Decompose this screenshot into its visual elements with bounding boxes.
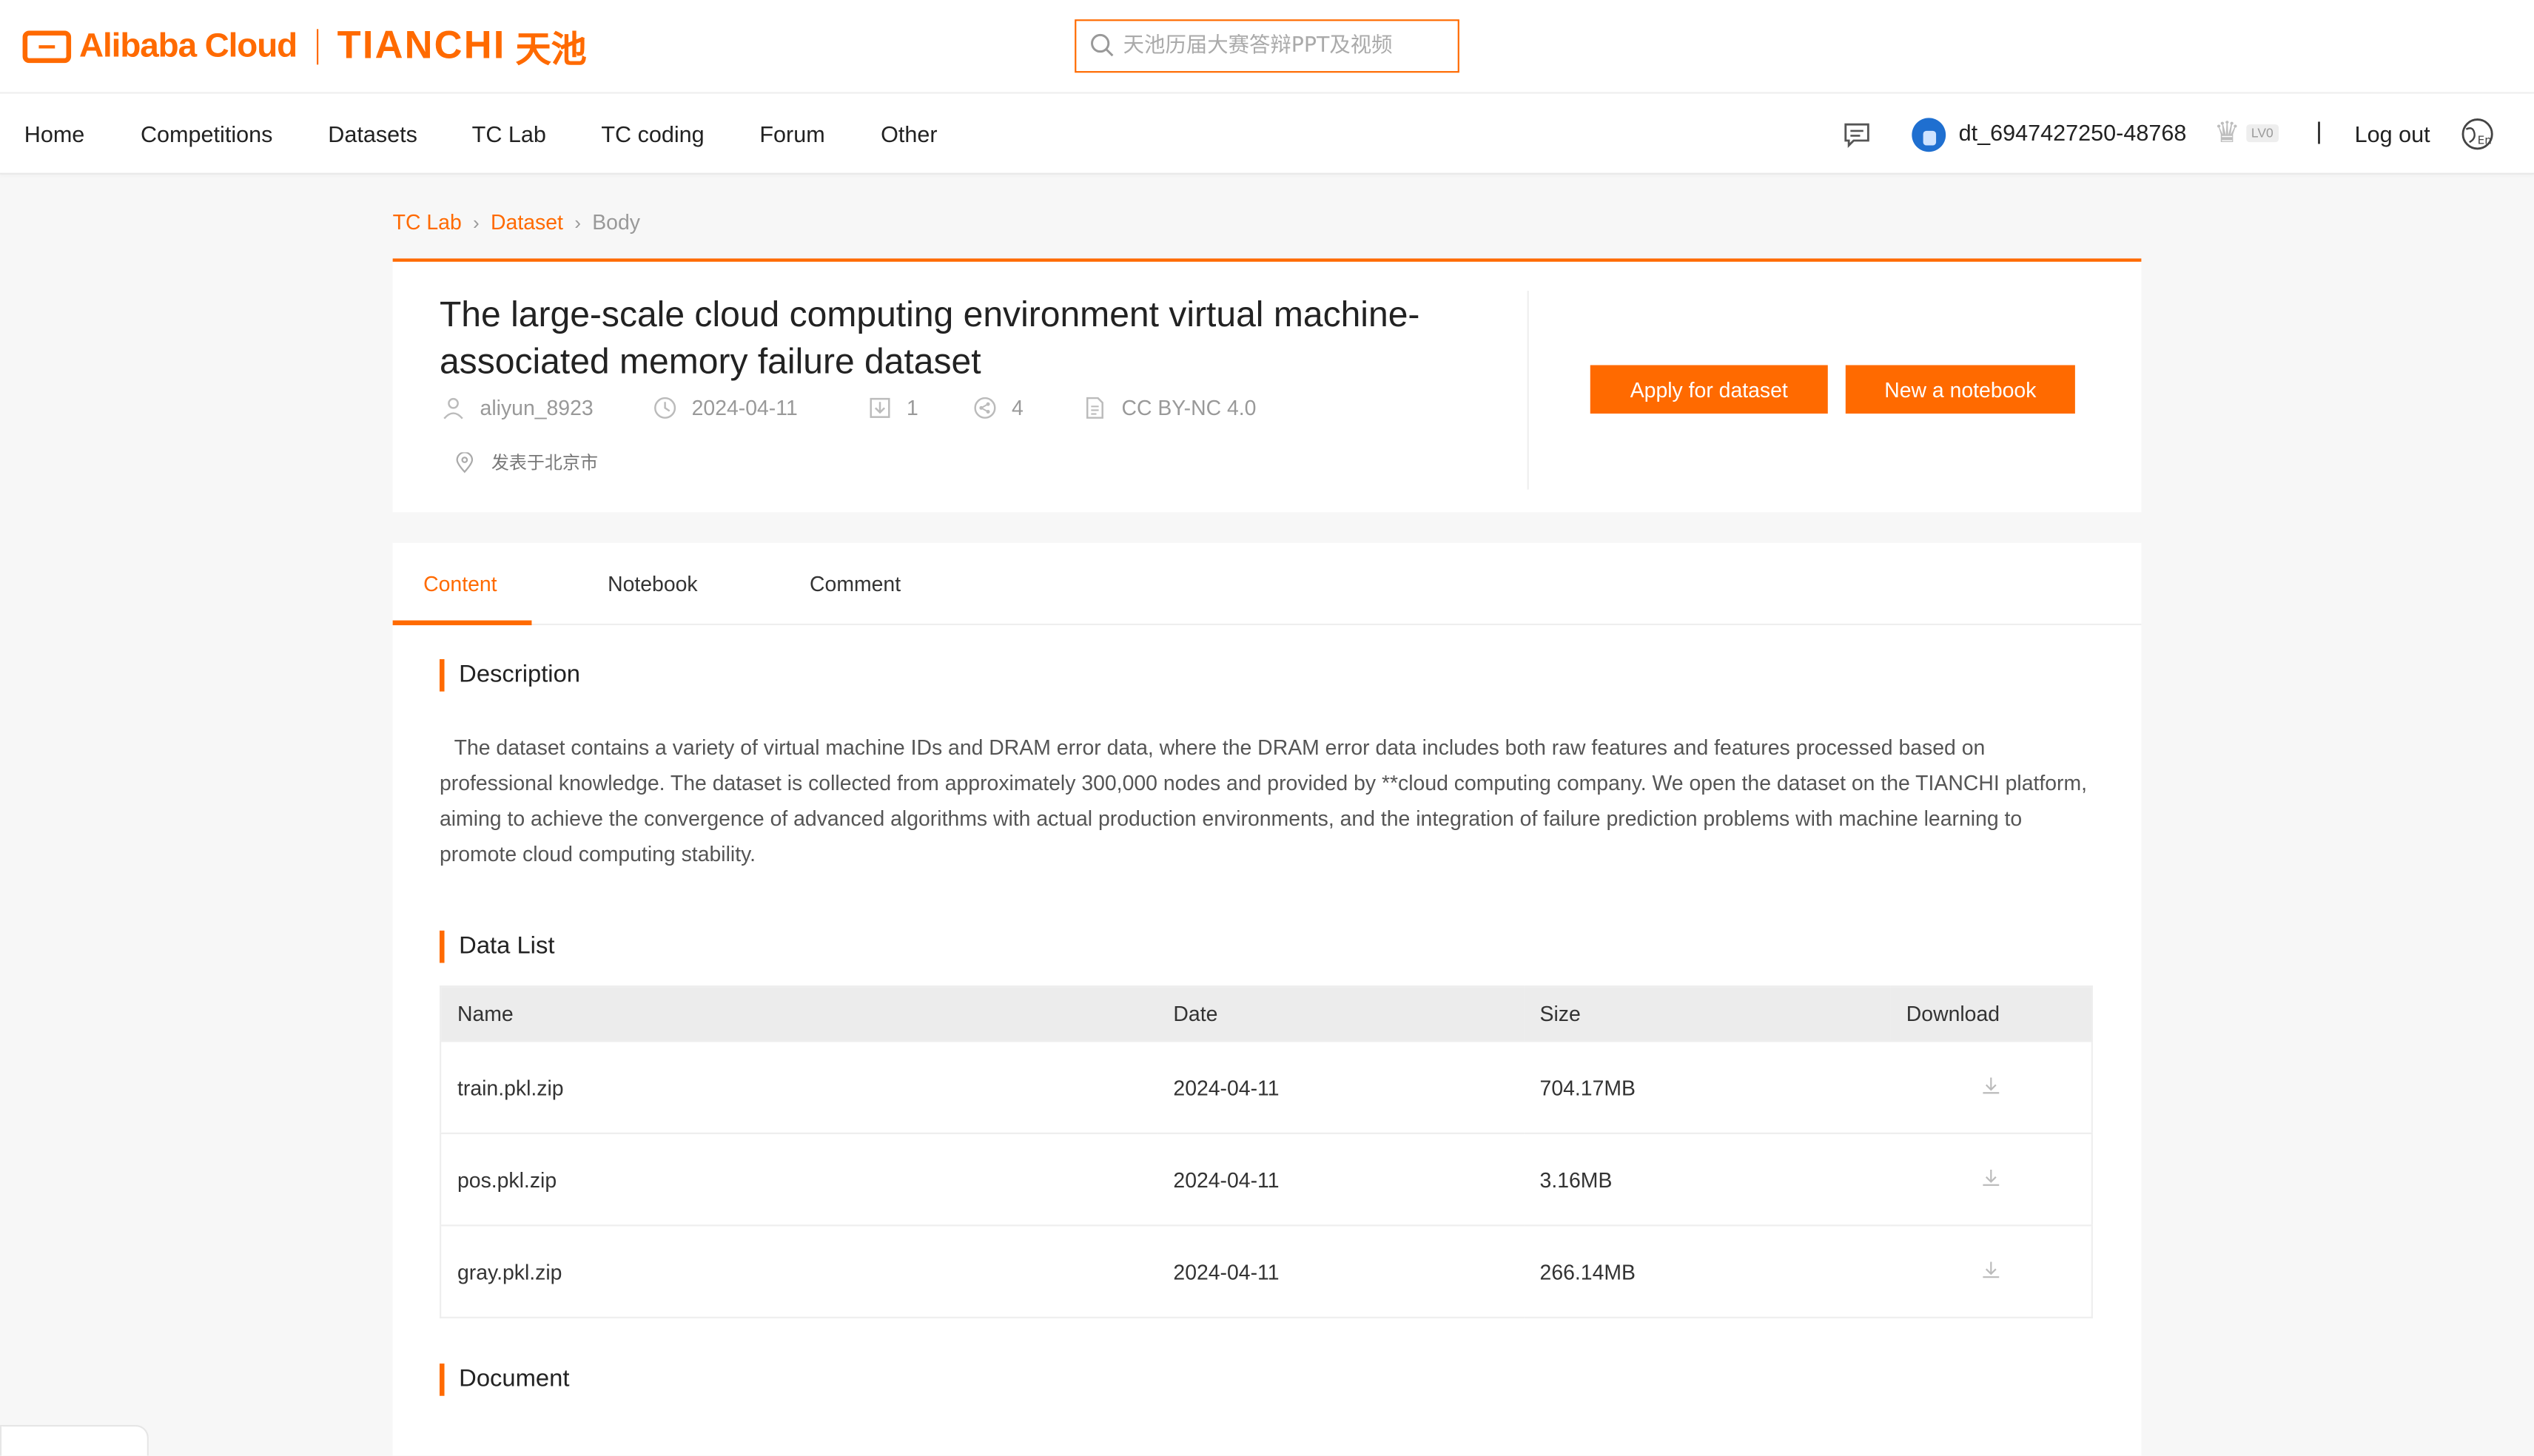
file-size: 266.14MB xyxy=(1523,1224,1890,1318)
download-icon[interactable] xyxy=(1981,1075,2000,1094)
meta-author: aliyun_8923 xyxy=(441,396,594,420)
meta-location: 发表于北京市 xyxy=(454,449,598,475)
file-date: 2024-04-11 xyxy=(1157,1040,1524,1133)
level-label: LV0 xyxy=(2246,124,2279,143)
breadcrumb-tc-lab[interactable]: TC Lab xyxy=(393,210,462,235)
nav-tc-coding[interactable]: TC coding xyxy=(601,121,704,147)
tab-comment[interactable]: Comment xyxy=(810,572,901,596)
meta-shares: 4 xyxy=(973,396,1024,420)
meta-date: 2024-04-11 xyxy=(653,396,798,420)
file-name: gray.pkl.zip xyxy=(440,1224,1157,1318)
table-row: pos.pkl.zip 2024-04-11 3.16MB xyxy=(440,1132,2092,1226)
file-date: 2024-04-11 xyxy=(1157,1132,1524,1226)
top-bar: Alibaba Cloud TIANCHI 天池 xyxy=(0,0,2534,94)
table-row: train.pkl.zip 2024-04-11 704.17MB xyxy=(440,1040,2092,1133)
meta-license: CC BY-NC 4.0 xyxy=(1083,396,1256,420)
column-header-name: Name xyxy=(440,986,1157,1042)
chevron-right-icon: › xyxy=(473,210,480,234)
nav-other[interactable]: Other xyxy=(881,121,937,147)
site-logo[interactable]: Alibaba Cloud TIANCHI 天池 xyxy=(22,23,587,72)
logout-link[interactable]: Log out xyxy=(2355,121,2430,147)
search-box[interactable] xyxy=(1075,19,1459,73)
share-icon xyxy=(974,397,996,419)
language-icon[interactable]: En xyxy=(2460,116,2496,152)
table-row: gray.pkl.zip 2024-04-11 266.14MB xyxy=(440,1224,2092,1318)
nav-tc-lab[interactable]: TC Lab xyxy=(472,121,546,147)
description-text: The dataset contains a variety of virtua… xyxy=(439,735,2088,866)
download-count: 1 xyxy=(907,396,918,420)
username[interactable]: dt_6947427250-48768 xyxy=(1959,120,2187,146)
active-tab-indicator xyxy=(392,620,532,626)
download-cell xyxy=(1889,1224,2092,1318)
column-header-date: Date xyxy=(1157,986,1524,1042)
svg-text:En: En xyxy=(2478,133,2492,146)
license-label: CC BY-NC 4.0 xyxy=(1121,396,1257,420)
file-size: 704.17MB xyxy=(1523,1040,1890,1133)
dataset-header-card: The large-scale cloud computing environm… xyxy=(392,258,2142,513)
share-count: 4 xyxy=(1011,396,1024,420)
meta-downloads: 1 xyxy=(868,396,918,420)
location-pin-icon xyxy=(456,451,474,473)
location-text: 发表于北京市 xyxy=(491,452,598,473)
dataset-content-card: Content Notebook Comment Description The… xyxy=(392,542,2142,1456)
page-title: The large-scale cloud computing environm… xyxy=(439,294,1420,382)
publish-date: 2024-04-11 xyxy=(691,396,798,420)
tab-content[interactable]: Content xyxy=(423,572,497,596)
breadcrumb-current: Body xyxy=(592,209,640,235)
page-root: Alibaba Cloud TIANCHI 天池 Home Competitio… xyxy=(0,0,2534,1456)
file-size: 3.16MB xyxy=(1523,1132,1890,1226)
user-icon xyxy=(443,397,463,419)
document-heading: Document xyxy=(439,1364,569,1396)
main-nav: Home Competitions Datasets TC Lab TC cod… xyxy=(0,93,2534,175)
column-header-size: Size xyxy=(1523,986,1890,1042)
crown-icon: ♛ xyxy=(2214,116,2240,149)
new-notebook-button[interactable]: New a notebook xyxy=(1845,365,2075,414)
download-count-icon xyxy=(870,397,890,418)
nav-separator: | xyxy=(2316,118,2322,146)
logo-divider xyxy=(316,29,318,65)
breadcrumb: TC Lab › Dataset › Body xyxy=(393,210,640,235)
author-name: aliyun_8923 xyxy=(480,396,594,420)
document-icon xyxy=(1086,397,1103,419)
clock-icon xyxy=(654,397,676,419)
chevron-right-icon: › xyxy=(574,210,581,234)
download-cell xyxy=(1889,1132,2092,1226)
column-header-download: Download xyxy=(1889,986,2092,1042)
user-avatar[interactable] xyxy=(1912,118,1946,152)
floating-panel-tab[interactable] xyxy=(0,1425,149,1456)
nav-datasets[interactable]: Datasets xyxy=(328,121,417,147)
table-header-row: Name Date Size Download xyxy=(440,986,2092,1042)
data-list-heading: Data List xyxy=(439,930,554,963)
description-heading: Description xyxy=(439,658,580,692)
apply-dataset-button[interactable]: Apply for dataset xyxy=(1590,365,1828,414)
header-divider xyxy=(1527,291,1529,490)
tab-notebook[interactable]: Notebook xyxy=(608,572,698,596)
download-icon[interactable] xyxy=(1981,1259,2000,1278)
user-level-badge: ♛ LV0 xyxy=(2214,116,2285,149)
message-icon[interactable] xyxy=(1842,120,1871,149)
nav-home[interactable]: Home xyxy=(24,121,85,147)
alibaba-cloud-wordmark: Alibaba Cloud xyxy=(79,27,298,65)
breadcrumb-dataset[interactable]: Dataset xyxy=(491,210,563,235)
nav-competitions[interactable]: Competitions xyxy=(141,121,272,147)
file-name: train.pkl.zip xyxy=(440,1040,1157,1133)
data-list-table: Name Date Size Download train.pkl.zip 20… xyxy=(439,985,2093,1318)
alibaba-cloud-logo-icon xyxy=(22,30,72,64)
download-cell xyxy=(1889,1040,2092,1133)
download-icon[interactable] xyxy=(1981,1167,2000,1187)
file-name: pos.pkl.zip xyxy=(440,1132,1157,1226)
search-input[interactable] xyxy=(1123,33,1447,58)
file-date: 2024-04-11 xyxy=(1157,1224,1524,1318)
tianchi-wordmark: TIANCHI xyxy=(337,24,506,68)
tianchi-cn-wordmark: 天池 xyxy=(515,29,587,70)
nav-forum[interactable]: Forum xyxy=(759,121,824,147)
tab-bar: Content Notebook Comment xyxy=(392,543,2142,626)
search-icon xyxy=(1091,33,1114,57)
